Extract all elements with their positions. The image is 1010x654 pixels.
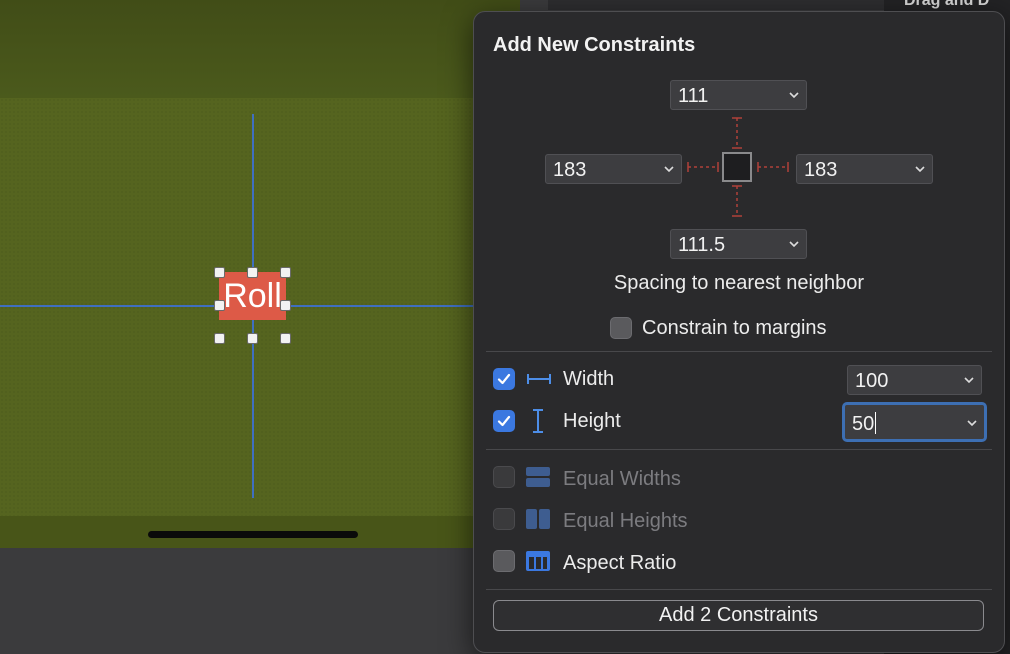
top-spacing-dropdown[interactable]: 111 <box>670 80 807 110</box>
equal-heights-icon <box>526 509 550 529</box>
leading-constraint-tie[interactable] <box>686 159 720 175</box>
top-constraint-tie[interactable] <box>729 116 745 150</box>
resize-handle-top-left[interactable] <box>214 267 225 278</box>
equal-widths-label: Equal Widths <box>563 468 681 490</box>
chevron-down-icon <box>915 166 925 173</box>
trailing-constraint-tie[interactable] <box>756 159 790 175</box>
divider <box>486 351 992 352</box>
resize-handle-bottom-right[interactable] <box>280 333 291 344</box>
leading-spacing-value: 183 <box>553 159 587 181</box>
chevron-down-icon <box>664 166 674 173</box>
canvas-top-area <box>0 0 520 98</box>
resize-handle-bottom[interactable] <box>247 333 258 344</box>
text-caret <box>875 412 877 434</box>
bottom-constraint-tie[interactable] <box>729 184 745 218</box>
constrain-to-margins-label: Constrain to margins <box>642 317 827 339</box>
height-value[interactable]: 50 <box>852 413 874 435</box>
top-spacing-value: 111 <box>678 85 709 107</box>
resize-handle-bottom-left[interactable] <box>214 333 225 344</box>
trailing-spacing-dropdown[interactable]: 183 <box>796 154 933 184</box>
aspect-ratio-label: Aspect Ratio <box>563 552 677 574</box>
inspector-title: Drag and D <box>904 0 990 9</box>
resize-handle-top-right[interactable] <box>280 267 291 278</box>
resize-handle-right[interactable] <box>280 300 291 311</box>
height-checkbox[interactable] <box>493 410 515 432</box>
resize-handle-top[interactable] <box>247 267 258 278</box>
chevron-down-icon <box>967 420 977 427</box>
height-label: Height <box>563 410 621 432</box>
checkmark-icon <box>497 415 511 427</box>
equal-widths-icon <box>526 467 550 487</box>
bottom-spacing-value: 111.5 <box>678 234 726 256</box>
editor-top-strip <box>548 0 888 10</box>
equal-widths-checkbox[interactable] <box>493 466 515 488</box>
checkmark-icon <box>497 373 511 385</box>
home-indicator <box>148 531 358 538</box>
spacing-label: Spacing to nearest neighbor <box>613 272 865 294</box>
chevron-down-icon <box>964 377 974 384</box>
leading-spacing-dropdown[interactable]: 183 <box>545 154 682 184</box>
device-canvas: Roll <box>0 0 520 548</box>
chevron-down-icon <box>789 92 799 99</box>
popover-title: Add New Constraints <box>493 34 696 56</box>
width-constraint-icon <box>527 374 551 384</box>
roll-button[interactable]: Roll <box>219 272 286 320</box>
divider <box>486 589 992 590</box>
resize-handle-left[interactable] <box>214 300 225 311</box>
aspect-ratio-checkbox[interactable] <box>493 550 515 572</box>
chevron-down-icon <box>789 241 799 248</box>
constrain-to-margins-checkbox[interactable] <box>610 317 632 339</box>
add-constraints-popover: Add New Constraints 111 183 183 111.5 Sp… <box>473 11 1005 653</box>
trailing-spacing-value: 183 <box>804 159 838 181</box>
width-checkbox[interactable] <box>493 368 515 390</box>
equal-heights-checkbox[interactable] <box>493 508 515 530</box>
equal-heights-label: Equal Heights <box>563 510 688 532</box>
selected-view-box <box>722 152 752 182</box>
width-value: 100 <box>855 370 889 392</box>
add-constraints-button[interactable]: Add 2 Constraints <box>493 600 984 631</box>
bottom-spacing-dropdown[interactable]: 111.5 <box>670 229 807 259</box>
divider <box>486 449 992 450</box>
height-constraint-icon <box>533 409 543 433</box>
height-value-dropdown[interactable]: 50 <box>842 402 987 442</box>
width-label: Width <box>563 368 615 390</box>
width-value-dropdown[interactable]: 100 <box>847 365 982 395</box>
aspect-ratio-icon <box>526 551 550 571</box>
